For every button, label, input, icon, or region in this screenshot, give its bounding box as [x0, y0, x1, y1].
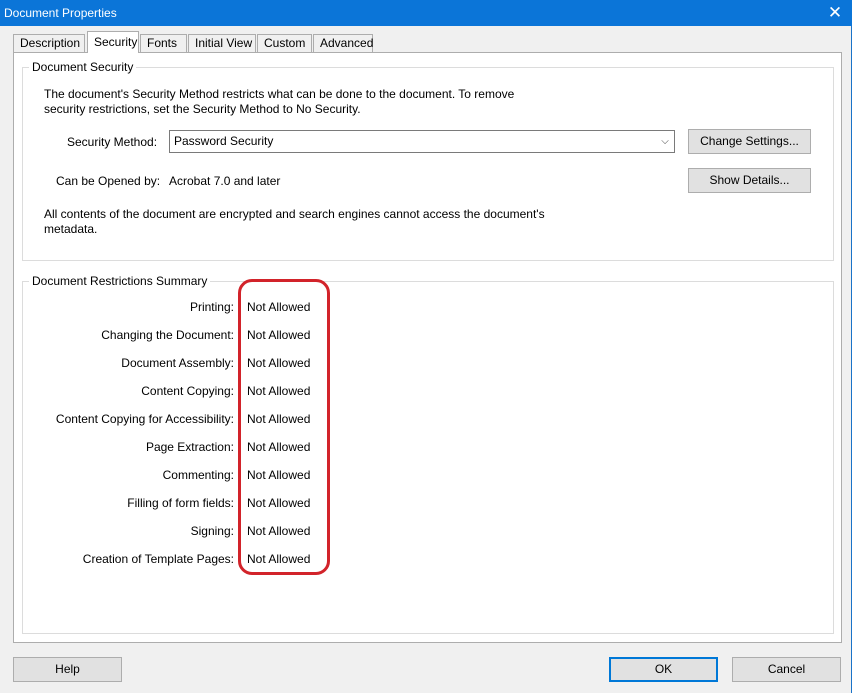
window-title: Document Properties: [4, 6, 117, 20]
cancel-button[interactable]: Cancel: [732, 657, 841, 682]
tab-custom[interactable]: Custom: [257, 34, 312, 52]
group-title: Document Security: [29, 60, 137, 74]
ok-button[interactable]: OK: [609, 657, 718, 682]
title-bar[interactable]: Document Properties ✕: [0, 0, 852, 26]
close-icon[interactable]: ✕: [824, 2, 846, 24]
tab-description[interactable]: Description: [13, 34, 85, 52]
tab-initial-view[interactable]: Initial View: [188, 34, 256, 52]
restriction-label: Content Copying:: [141, 384, 234, 398]
chevron-down-icon[interactable]: ⌵: [656, 131, 674, 152]
background-edge: [853, 0, 864, 693]
group-title: Document Restrictions Summary: [29, 274, 211, 288]
security-method-select[interactable]: Password Security ⌵: [169, 130, 675, 153]
opened-by-value: Acrobat 7.0 and later: [169, 174, 281, 188]
encryption-note: All contents of the document are encrypt…: [44, 207, 545, 236]
security-method-value: Password Security: [174, 134, 274, 148]
security-intro-text: The document's Security Method restricts…: [44, 87, 515, 116]
restriction-label: Document Assembly:: [121, 356, 234, 370]
restriction-label: Printing:: [189, 300, 234, 314]
tab-fonts[interactable]: Fonts: [140, 34, 187, 52]
change-settings-button[interactable]: Change Settings...: [688, 129, 811, 154]
restriction-label: Page Extraction:: [145, 440, 234, 454]
document-security-group: Document Security The document's Securit…: [22, 60, 834, 261]
restriction-label: Filling of form fields:: [127, 496, 234, 510]
help-button[interactable]: Help: [13, 657, 122, 682]
document-properties-dialog: Document Properties ✕ Description Securi…: [0, 0, 852, 693]
red-highlight-annotation: [238, 279, 330, 575]
opened-by-label: Can be Opened by:: [56, 174, 161, 188]
tab-security[interactable]: Security: [87, 31, 139, 53]
restriction-label: Commenting:: [162, 468, 234, 482]
security-method-label: Security Method:: [67, 135, 158, 149]
restriction-label: Creation of Template Pages:: [82, 552, 234, 566]
show-details-button[interactable]: Show Details...: [688, 168, 811, 193]
restriction-label: Content Copying for Accessibility:: [55, 412, 234, 426]
restriction-label: Changing the Document:: [101, 328, 234, 342]
restriction-label: Signing:: [190, 524, 234, 538]
tab-advanced[interactable]: Advanced: [313, 34, 373, 52]
